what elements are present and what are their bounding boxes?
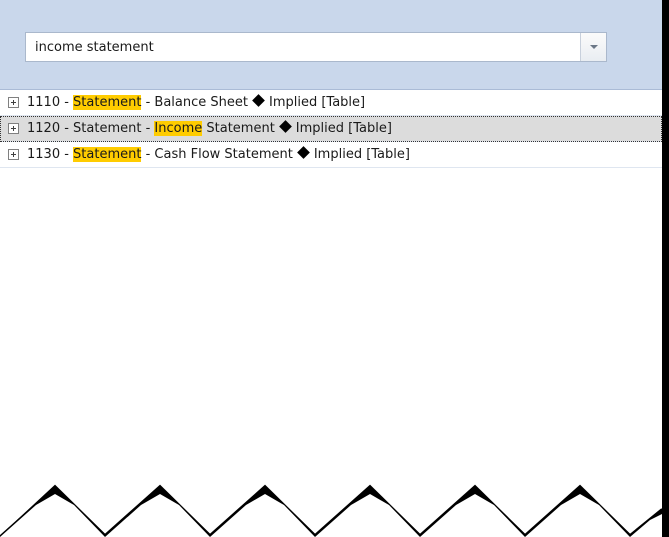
diamond-icon — [296, 146, 310, 159]
row-suffix: Implied [Table] — [313, 147, 410, 162]
search-panel — [0, 0, 662, 90]
plus-box-icon[interactable] — [8, 149, 19, 160]
diamond-icon — [278, 120, 292, 133]
results-tree: 1110 - Statement - Balance Sheet Implied … — [0, 90, 662, 168]
search-match-highlight: Income — [154, 121, 203, 136]
tree-row-label: 1110 - Statement - Balance Sheet Implied … — [27, 90, 365, 115]
chevron-down-icon — [590, 45, 598, 49]
tree-row-label: 1120 - Statement - Income Statement Impli… — [27, 116, 392, 141]
tree-row-label: 1130 - Statement - Cash Flow Statement Im… — [27, 142, 410, 167]
torn-edge-decoration — [0, 484, 662, 537]
row-prefix: 1120 - Statement - — [27, 121, 155, 136]
row-prefix: 1110 - — [27, 95, 74, 110]
window-edge — [662, 0, 669, 537]
row-title: - Cash Flow Statement — [141, 147, 293, 162]
tree-row-1120[interactable]: 1120 - Statement - Income Statement Impli… — [0, 116, 662, 142]
diamond-icon — [252, 94, 265, 107]
tree-row-1110[interactable]: 1110 - Statement - Balance Sheet Implied … — [0, 90, 662, 116]
row-suffix: Implied [Table] — [295, 121, 392, 136]
plus-box-icon[interactable] — [8, 123, 19, 134]
row-suffix: Implied [Table] — [269, 95, 366, 110]
search-match-highlight: Statement — [73, 147, 142, 162]
search-match-highlight: Statement — [73, 95, 142, 110]
row-title: Statement — [202, 121, 275, 136]
tree-row-1130[interactable]: 1130 - Statement - Cash Flow Statement Im… — [0, 142, 662, 168]
search-input[interactable] — [26, 33, 581, 61]
row-prefix: 1130 - — [27, 147, 74, 162]
plus-box-icon[interactable] — [8, 97, 19, 108]
search-window: 1110 - Statement - Balance Sheet Implied … — [0, 0, 669, 537]
row-title: - Balance Sheet — [141, 95, 248, 110]
search-combobox[interactable] — [25, 32, 607, 62]
dropdown-button[interactable] — [580, 33, 606, 61]
